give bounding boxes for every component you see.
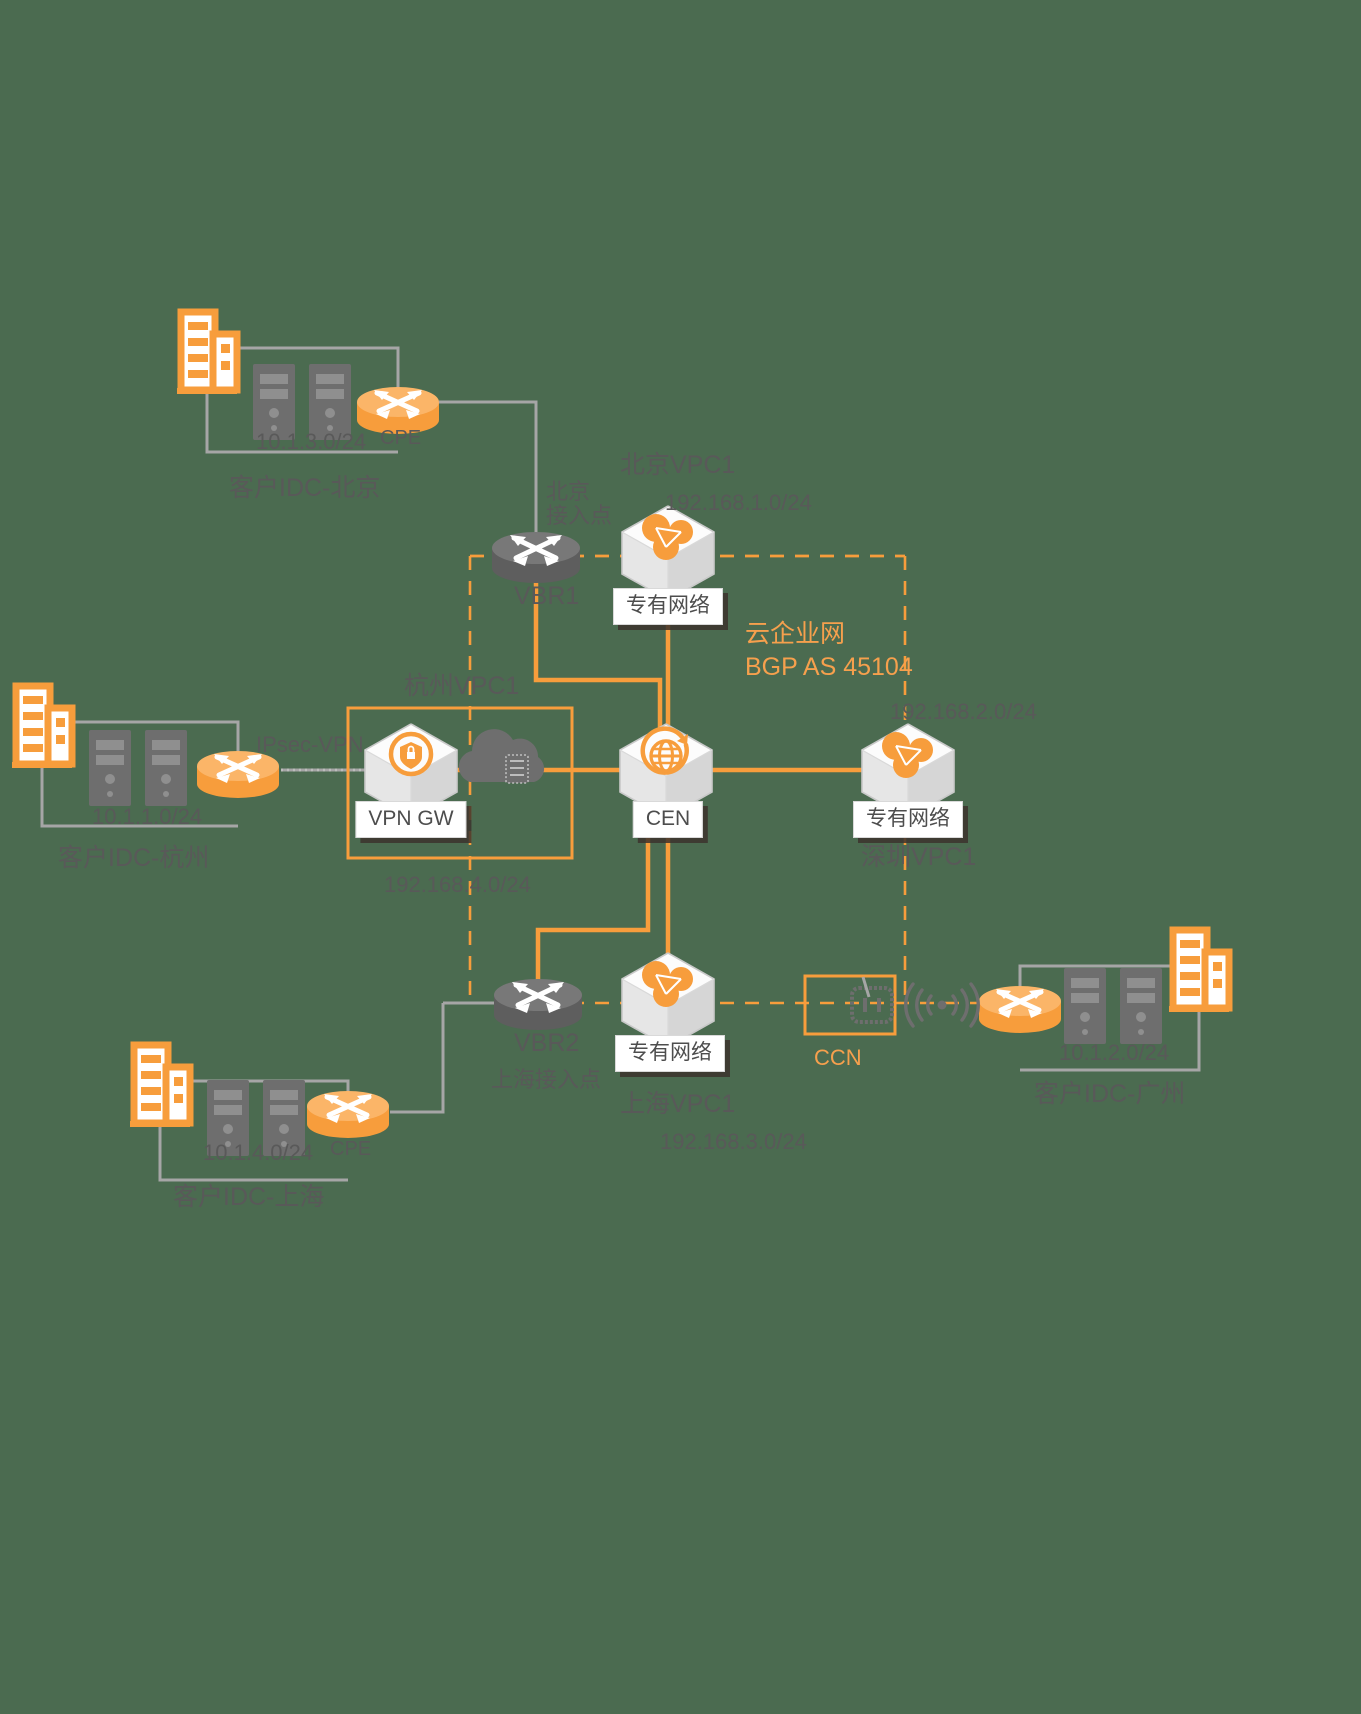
server-icon bbox=[145, 730, 187, 806]
vbr2-access-point: 上海接入点 bbox=[491, 1067, 602, 1092]
vbr2-label: VBR2 bbox=[514, 1029, 580, 1057]
cen-name: 云企业网 bbox=[745, 620, 846, 648]
vpn-gw-chip[interactable]: VPN GW bbox=[355, 801, 467, 839]
ccn-label: CCN bbox=[814, 1045, 862, 1070]
server-icon bbox=[1064, 968, 1106, 1044]
shanghai-idc-name: 客户IDC-上海 bbox=[173, 1183, 325, 1211]
shanghai-vpc-name: 上海VPC1 bbox=[620, 1090, 736, 1118]
guangzhou-idc-cidr: 10.1.2.0/24 bbox=[1059, 1040, 1170, 1065]
beijing-vpc-name: 北京VPC1 bbox=[620, 451, 736, 479]
wireless-signal-icon bbox=[904, 982, 980, 1028]
beijing-vpc-chip[interactable]: 专有网络 bbox=[613, 588, 723, 626]
ccn-device-icon bbox=[850, 975, 894, 1024]
shenzhen-vpc-chip[interactable]: 专有网络 bbox=[853, 801, 963, 839]
shanghai-cpe-label: CPE bbox=[330, 1138, 372, 1160]
server-icon bbox=[1120, 968, 1162, 1044]
shanghai-vpc-cidr: 192.168.3.0/24 bbox=[660, 1129, 807, 1154]
shanghai-idc-cidr: 10.1.4.0/24 bbox=[203, 1140, 314, 1165]
vbr1-label: VBR1 bbox=[514, 582, 580, 610]
beijing-vpc-cidr: 192.168.1.0/24 bbox=[665, 490, 812, 515]
ccn-box bbox=[803, 974, 897, 1036]
vpc-cube-shanghai[interactable] bbox=[621, 952, 715, 1048]
vbr-router-icon[interactable] bbox=[494, 979, 582, 1030]
cloud-icon bbox=[457, 728, 546, 784]
server-icon bbox=[89, 730, 131, 806]
building-icon bbox=[12, 686, 72, 768]
building-icon bbox=[1169, 930, 1229, 1012]
beijing-cpe-label: CPE bbox=[380, 427, 422, 449]
hangzhou-idc-name: 客户IDC-杭州 bbox=[58, 844, 210, 872]
shenzhen-vpc-name: 深圳VPC1 bbox=[861, 843, 977, 871]
shanghai-vpc-chip[interactable]: 专有网络 bbox=[615, 1035, 725, 1073]
cen-chip[interactable]: CEN bbox=[632, 801, 704, 839]
diagram-canvas: 10.1.3.0/24 CPE 客户IDC-北京 北京 接入点 VBR1 北京V… bbox=[0, 0, 1361, 1714]
hangzhou-vpc-cidr: 192.168.4.0/24 bbox=[384, 872, 531, 897]
building-icon bbox=[130, 1045, 190, 1127]
beijing-idc-cidr: 10.1.3.0/24 bbox=[256, 429, 367, 454]
vbr-router-icon[interactable] bbox=[492, 532, 580, 583]
vpc-cube-beijing[interactable] bbox=[621, 505, 715, 601]
router-icon[interactable] bbox=[307, 1091, 389, 1138]
router-icon[interactable] bbox=[979, 986, 1061, 1033]
building-icon bbox=[177, 312, 237, 394]
cen-bgp: BGP AS 45104 bbox=[745, 653, 913, 681]
hangzhou-idc-cidr: 10.1.1.0/24 bbox=[92, 804, 203, 829]
shenzhen-vpc-cidr: 192.168.2.0/24 bbox=[890, 699, 1037, 724]
hangzhou-vpc-name: 杭州VPC1 bbox=[404, 672, 520, 700]
ipsec-vpn-label: IPsec-VPN bbox=[256, 732, 364, 757]
guangzhou-idc-name: 客户IDC-广州 bbox=[1034, 1080, 1186, 1108]
vbr1-access-point-line2: 接入点 bbox=[546, 503, 613, 528]
beijing-idc-name: 客户IDC-北京 bbox=[229, 474, 381, 502]
